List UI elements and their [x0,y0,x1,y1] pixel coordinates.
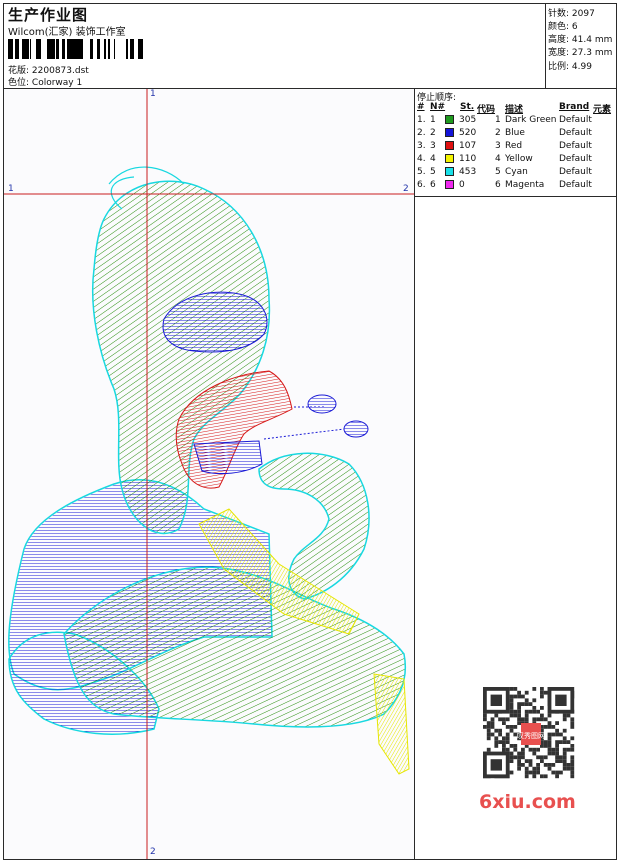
col-st: St. [460,102,475,112]
row-code: 3 [495,141,501,151]
row-number: 3 [430,141,436,151]
row-stitches: 110 [459,154,477,164]
axis-h-left-label: 1 [8,184,14,194]
axis-v-bottom-label: 2 [150,847,156,857]
row-description: Red [505,141,523,151]
legend-row: 3. 3 107 3 Red Default [415,141,616,154]
row-description: Dark Green [505,115,557,125]
color-swatch [445,128,454,137]
company-name: Wilcom(汇家) 装饰工作室 [8,27,126,38]
col-code: 代码 [477,105,496,115]
colorway-row: 色位: Colorway 1 [8,75,82,88]
col-desc: 描述 [505,105,524,115]
row-description: Magenta [505,180,545,190]
row-code: 2 [495,128,501,138]
axis-v-top-label: 1 [150,89,156,99]
row-brand: Default [559,154,592,164]
row-number: 6 [430,180,436,190]
row-description: Cyan [505,167,528,177]
row-stitches: 453 [459,167,477,177]
legend-row: 5. 5 453 5 Cyan Default [415,167,616,180]
row-code: 1 [495,115,501,125]
drop-blob-1 [307,394,337,414]
legend-header-row: # N# St. 代码 描述 Brand 元素 [415,102,616,115]
row-index: 6. [417,180,426,190]
tie-yellow [373,673,410,775]
row-brand: Default [559,115,592,125]
qr-stamp-text: 叹秀图网 [517,731,545,740]
col-element: 元素 [593,105,612,115]
row-number: 1 [430,115,436,125]
stat-width: 宽度: 27.3 mm [548,48,613,58]
row-brand: Default [559,180,592,190]
row-stitches: 305 [459,115,477,125]
row-stitches: 520 [459,128,477,138]
row-brand: Default [559,141,592,151]
color-swatch [445,180,454,189]
watermark-text: 6xiu.com [479,791,576,813]
color-swatch [445,167,454,176]
colorway-label: 色位: [8,78,30,88]
legend-row: 6. 6 0 6 Magenta Default [415,180,616,193]
row-code: 5 [495,167,501,177]
row-description: Blue [505,128,525,138]
stat-scale: 比例: 4.99 [548,62,592,72]
production-sheet: 生产作业图 Wilcom(汇家) 装饰工作室 花版: 2200873.dst 色… [3,3,617,860]
color-swatch [445,115,454,124]
row-code: 4 [495,154,501,164]
row-number: 2 [430,128,436,138]
color-swatch [445,154,454,163]
color-swatch [445,141,454,150]
row-code: 6 [495,180,501,190]
row-number: 5 [430,167,436,177]
row-index: 3. [417,141,426,151]
row-description: Yellow [505,154,533,164]
head-green-fill [91,180,271,535]
row-index: 5. [417,167,426,177]
stop-sequence-legend: 停止顺序: # N# St. 代码 描述 Brand 元素 1. 1 305 1 Dar… [415,89,616,197]
legend-row: 1. 1 305 1 Dark Green Default [415,115,616,128]
qr-code: 叹秀图网 [471,683,589,787]
sheet-title: 生产作业图 [8,6,89,24]
row-brand: Default [559,128,592,138]
colorway-name: Colorway 1 [31,78,83,88]
mouth-blue [193,440,263,475]
row-stitches: 0 [459,180,465,190]
row-index: 1. [417,115,426,125]
stat-stitches: 针数: 2097 [548,9,595,19]
col-hash: # [417,102,425,112]
legend-row: 2. 2 520 2 Blue Default [415,128,616,141]
barcode [8,39,143,59]
col-brand: Brand [559,102,590,112]
sheet-header: 生产作业图 Wilcom(汇家) 装饰工作室 花版: 2200873.dst 色… [4,4,616,89]
legend-row: 4. 4 110 4 Yellow Default [415,154,616,167]
stat-colors: 颜色: 6 [548,22,578,32]
row-brand: Default [559,167,592,177]
axis-h-right-label: 2 [403,184,409,194]
embroidery-drawing [4,89,414,859]
col-no: N# [430,102,446,112]
drop-blob-2 [343,420,369,438]
row-index: 4. [417,154,426,164]
row-number: 4 [430,154,436,164]
row-index: 2. [417,128,426,138]
stats-panel: 针数: 2097 颜色: 6 高度: 41.4 mm 宽度: 27.3 mm 比… [545,4,617,88]
design-preview: 1 2 1 2 [4,89,415,859]
row-stitches: 107 [459,141,477,151]
stat-height: 高度: 41.4 mm [548,35,613,45]
